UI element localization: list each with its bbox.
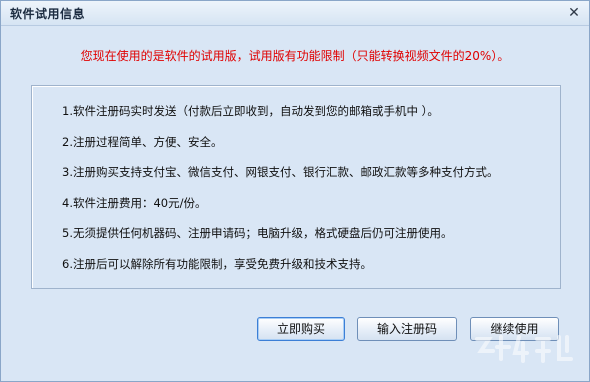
info-item-6: 6.注册后可以解除所有功能限制，享受免费升级和技术支持。 bbox=[62, 256, 372, 271]
registration-info-list: 1.软件注册码实时发送（付款后立即收到，自动发到您的邮箱或手机中 ）。 2.注册… bbox=[62, 102, 498, 286]
window-title: 软件试用信息 bbox=[10, 7, 86, 21]
info-item-5: 5.无须提供任何机器码、注册申请码；电脑升级，格式硬盘后仍可注册使用。 bbox=[62, 226, 453, 241]
title-bar: 软件试用信息 ✕ bbox=[1, 1, 589, 26]
watermark-logo-icon bbox=[475, 335, 573, 363]
info-item-1: 1.软件注册码实时发送（付款后立即收到，自动发到您的邮箱或手机中 ）。 bbox=[62, 104, 439, 118]
info-item-2: 2.注册过程简单、方便、安全。 bbox=[62, 134, 223, 149]
close-icon[interactable]: ✕ bbox=[565, 4, 583, 22]
enter-registration-code-button[interactable]: 输入注册码 bbox=[357, 317, 457, 341]
trial-limit-notice: 您现在使用的是软件的试用版，试用版有功能限制（只能转换视频文件的20%）。 bbox=[80, 49, 510, 63]
info-item-3: 3.注册购买支持支付宝、微信支付、网银支付、银行汇款、邮政汇款等多种支付方式。 bbox=[62, 165, 499, 180]
info-item-4: 4.软件注册费用：40元/份。 bbox=[62, 195, 207, 210]
buy-now-button[interactable]: 立即购买 bbox=[257, 317, 345, 341]
trial-info-dialog: 软件试用信息 ✕ 您现在使用的是软件的试用版，试用版有功能限制（只能转换视频文件… bbox=[0, 0, 590, 382]
registration-info-panel: 1.软件注册码实时发送（付款后立即收到，自动发到您的邮箱或手机中 ）。 2.注册… bbox=[31, 85, 561, 289]
